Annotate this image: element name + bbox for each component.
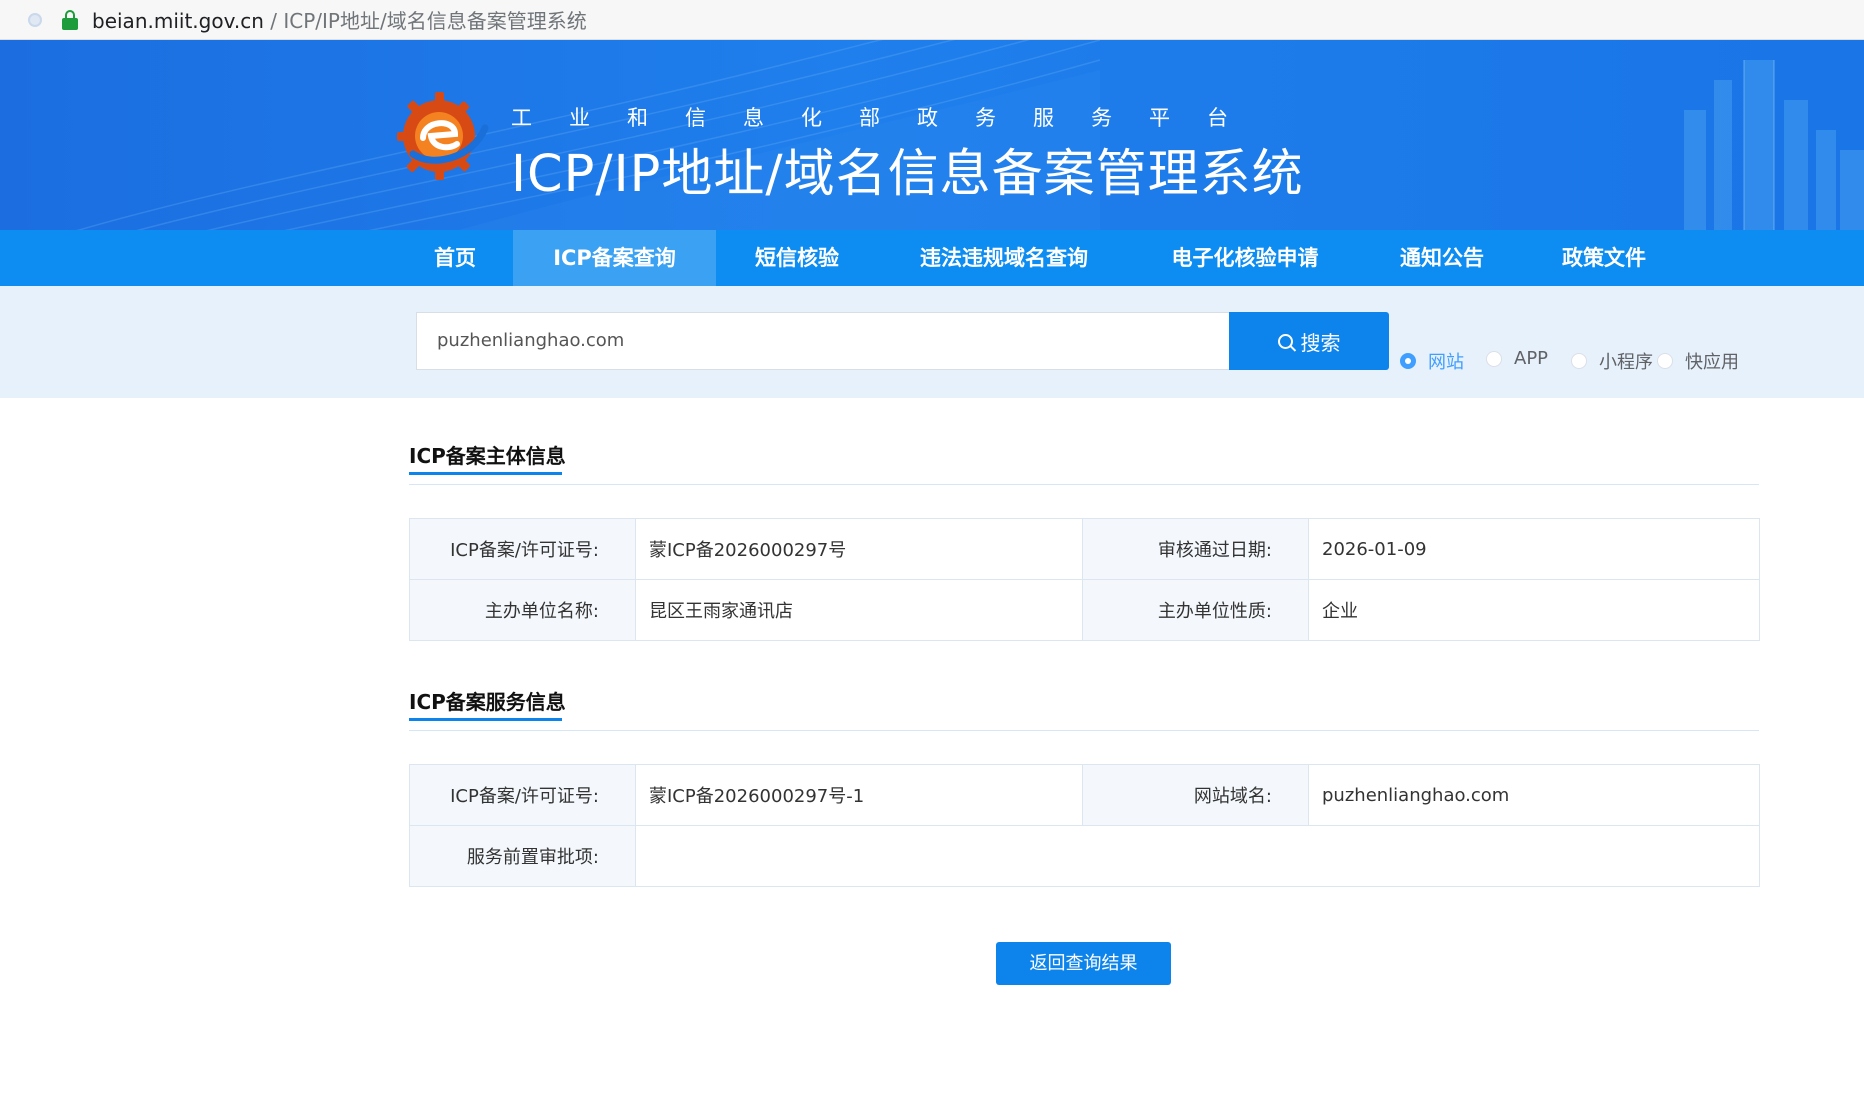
- skyline-decoration: [1684, 60, 1864, 230]
- domain-label: 网站域名:: [1082, 764, 1309, 826]
- radio-checked-icon: [1400, 353, 1416, 369]
- search-icon: [1277, 333, 1293, 349]
- section-title-service: ICP备案服务信息: [409, 690, 566, 714]
- table-row: 服务前置审批项:: [409, 825, 1760, 887]
- url-text[interactable]: beian.miit.gov.cn / ICP/IP地址/域名信息备案管理系统: [92, 5, 587, 34]
- pre-approval-label: 服务前置审批项:: [409, 825, 636, 887]
- url-host: beian.miit.gov.cn: [92, 9, 264, 33]
- radio-quick-app[interactable]: 快应用: [1657, 348, 1739, 374]
- sponsor-type-value: 企业: [1308, 579, 1760, 641]
- search-input[interactable]: puzhenlianghao.com: [416, 312, 1230, 370]
- nav-item-policy-docs[interactable]: 政策文件: [1548, 230, 1660, 286]
- nav-item-sms-verify[interactable]: 短信核验: [740, 230, 854, 286]
- site-info-icon[interactable]: [28, 12, 42, 27]
- radio-unchecked-icon: [1657, 353, 1673, 369]
- back-to-results-button[interactable]: 返回查询结果: [996, 942, 1171, 985]
- radio-label: 小程序: [1599, 352, 1653, 373]
- table-row: ICP备案/许可证号: 蒙ICP备2026000297号-1 网站域名: puz…: [409, 764, 1760, 826]
- nav-item-notices[interactable]: 通知公告: [1386, 230, 1498, 286]
- approval-date-label: 审核通过日期:: [1082, 518, 1309, 580]
- section-underline: [409, 472, 562, 475]
- search-area: puzhenlianghao.com 搜索 网站 APP 小程序 快应用: [0, 286, 1864, 398]
- section-divider: [409, 484, 1759, 485]
- service-license-value: 蒙ICP备2026000297号-1: [635, 764, 1083, 826]
- system-title: ICP/IP地址/域名信息备案管理系统: [511, 145, 1304, 204]
- section-underline: [409, 718, 562, 721]
- nav-item-home[interactable]: 首页: [420, 230, 490, 286]
- section-title-subject: ICP备案主体信息: [409, 444, 566, 468]
- radio-website[interactable]: 网站: [1400, 348, 1464, 374]
- domain-value: puzhenlianghao.com: [1308, 764, 1760, 826]
- radio-label: APP: [1514, 348, 1549, 369]
- sponsor-name-value: 昆区王雨家通讯店: [635, 579, 1083, 641]
- pre-approval-value: [635, 825, 1760, 887]
- lock-icon: [62, 9, 78, 30]
- nav-item-illegal-domain-query[interactable]: 违法违规域名查询: [904, 230, 1104, 286]
- service-license-label: ICP备案/许可证号:: [409, 764, 636, 826]
- search-button-label: 搜索: [1300, 330, 1341, 355]
- service-info-table: ICP备案/许可证号: 蒙ICP备2026000297号-1 网站域名: puz…: [409, 764, 1760, 887]
- radio-label: 网站: [1428, 352, 1464, 373]
- subject-info-table: ICP备案/许可证号: 蒙ICP备2026000297号 审核通过日期: 202…: [409, 518, 1760, 641]
- header-banner: 工业和信息化部政务服务平台 ICP/IP地址/域名信息备案管理系统: [0, 40, 1864, 230]
- sponsor-name-label: 主办单位名称:: [409, 579, 636, 641]
- sponsor-type-label: 主办单位性质:: [1082, 579, 1309, 641]
- nav-item-icp-query[interactable]: ICP备案查询: [513, 230, 716, 286]
- platform-subtitle: 工业和信息化部政务服务平台: [511, 106, 1265, 130]
- browser-address-bar[interactable]: beian.miit.gov.cn / ICP/IP地址/域名信息备案管理系统: [0, 0, 1864, 40]
- radio-mini-program[interactable]: 小程序: [1571, 348, 1653, 374]
- table-row: ICP备案/许可证号: 蒙ICP备2026000297号 审核通过日期: 202…: [409, 518, 1760, 580]
- license-label: ICP备案/许可证号:: [409, 518, 636, 580]
- site-logo-icon: [397, 92, 489, 180]
- approval-date-value: 2026-01-09: [1308, 518, 1760, 580]
- radio-unchecked-icon: [1486, 350, 1502, 367]
- search-button[interactable]: 搜索: [1229, 312, 1389, 370]
- license-value: 蒙ICP备2026000297号: [635, 518, 1083, 580]
- radio-unchecked-icon: [1571, 353, 1587, 369]
- table-row: 主办单位名称: 昆区王雨家通讯店 主办单位性质: 企业: [409, 579, 1760, 641]
- nav-item-e-verify-apply[interactable]: 电子化核验申请: [1152, 230, 1338, 286]
- radio-label: 快应用: [1685, 352, 1739, 373]
- radio-app[interactable]: APP: [1486, 348, 1548, 369]
- main-nav: 首页 ICP备案查询 短信核验 违法违规域名查询 电子化核验申请 通知公告 政策…: [0, 230, 1864, 286]
- url-path: / ICP/IP地址/域名信息备案管理系统: [263, 9, 587, 33]
- section-divider: [409, 730, 1759, 731]
